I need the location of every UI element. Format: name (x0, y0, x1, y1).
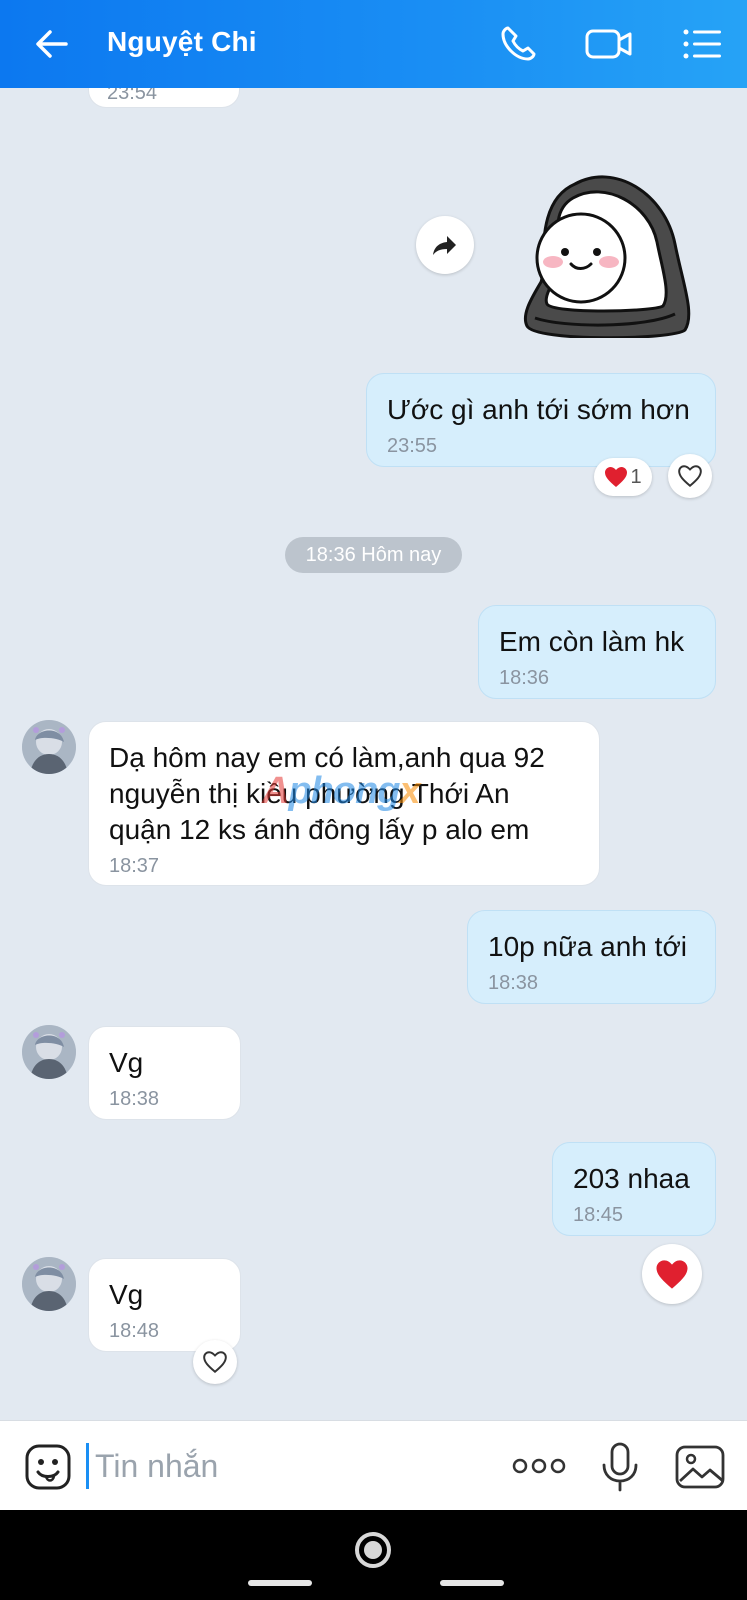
message-bubble-sent[interactable]: Ước gì anh tới sớm hơn 23:55 (366, 373, 716, 467)
system-navigation-bar (0, 1510, 747, 1600)
contact-name[interactable]: Nguyệt Chi (107, 26, 257, 58)
message-text: Em còn làm hk (499, 626, 685, 657)
message-time: 23:55 (387, 435, 438, 457)
sticker-message[interactable] (515, 168, 695, 340)
message-time: 18:45 (573, 1204, 624, 1226)
message-bubble-sent[interactable]: 203 nhaa 18:45 (552, 1142, 716, 1236)
reaction-summary[interactable]: 1 (594, 458, 652, 496)
message-time: 18:38 (488, 972, 539, 994)
image-gallery-icon[interactable] (674, 1443, 726, 1491)
heart-outline-icon (678, 465, 702, 488)
message-time: 18:36 (499, 667, 550, 689)
emoji-sticker-icon[interactable] (24, 1443, 72, 1491)
share-arrow-icon (433, 236, 456, 255)
message-time: 18:38 (109, 1088, 160, 1110)
message-text: Vg (109, 1047, 144, 1078)
more-dots-icon[interactable] (512, 1451, 566, 1481)
message-time: 18:48 (109, 1320, 160, 1342)
nav-handle-right (440, 1580, 504, 1586)
contact-avatar[interactable] (22, 720, 76, 774)
message-time: 23:54 (107, 88, 158, 104)
phone-icon[interactable] (496, 22, 540, 66)
forward-button[interactable] (416, 216, 474, 274)
message-input[interactable] (86, 1443, 495, 1489)
video-call-icon[interactable] (584, 22, 634, 66)
heart-icon (656, 1259, 688, 1289)
message-text: 10p nữa anh tới (488, 931, 688, 962)
chat-header: Nguyệt Chi (0, 0, 747, 88)
reaction-heart-button[interactable] (642, 1244, 702, 1304)
arrow-left-icon[interactable] (30, 22, 74, 66)
message-bubble-sent[interactable]: 10p nữa anh tới 18:38 (467, 910, 716, 1004)
list-menu-icon[interactable] (680, 22, 724, 66)
home-button[interactable] (355, 1532, 391, 1568)
heart-icon (605, 467, 628, 487)
microphone-icon[interactable] (598, 1441, 642, 1493)
message-bubble-received[interactable]: 23:54 (88, 88, 240, 108)
nav-handle-left (248, 1580, 312, 1586)
message-text: 203 nhaa (573, 1163, 690, 1194)
reaction-count: 1 (630, 465, 642, 488)
watermark-logo: Aphongx (262, 770, 421, 812)
heart-outline-icon (203, 1351, 227, 1374)
message-bubble-sent[interactable]: Em còn làm hk 18:36 (478, 605, 716, 699)
message-text: Ước gì anh tới sớm hơn (387, 394, 690, 425)
message-bubble-received[interactable]: Vg 18:38 (88, 1026, 241, 1120)
message-text: Vg (109, 1279, 144, 1310)
react-button[interactable] (668, 454, 712, 498)
contact-avatar[interactable] (22, 1025, 76, 1079)
message-list[interactable]: 23:54 Ước gì anh tới sớm hơn 23:55 1 18:… (0, 88, 747, 1420)
message-time: 18:37 (109, 855, 160, 877)
message-composer (0, 1420, 747, 1511)
date-separator: 18:36 Hôm nay (285, 537, 462, 573)
react-button[interactable] (193, 1340, 237, 1384)
message-bubble-received[interactable]: Vg 18:48 (88, 1258, 241, 1352)
contact-avatar[interactable] (22, 1257, 76, 1311)
